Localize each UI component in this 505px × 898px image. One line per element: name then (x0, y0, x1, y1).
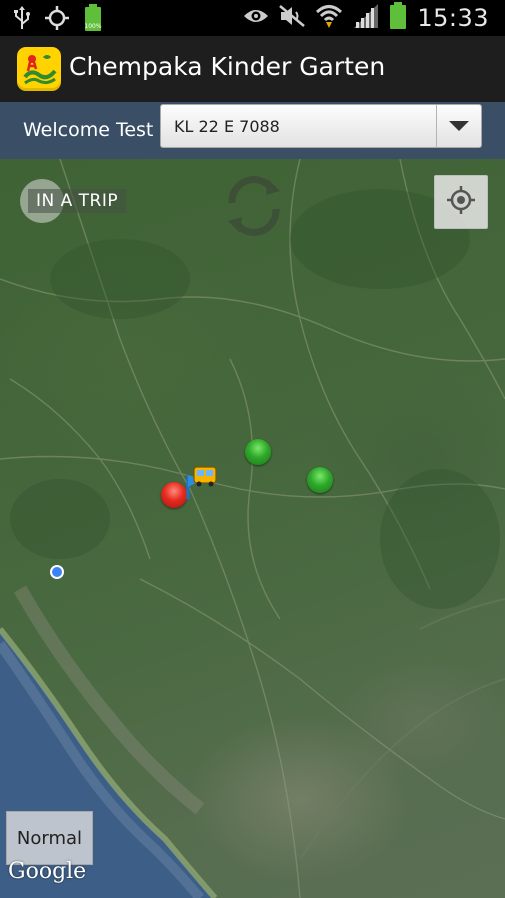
map-type-button[interactable]: Normal (6, 811, 93, 865)
app-bar: Chempaka Kinder Garten (0, 36, 505, 102)
screen: 100% 15:33 Chempaka Kinder Garten Welcom… (0, 0, 505, 898)
usb-icon (14, 5, 30, 35)
refresh-icon[interactable] (222, 173, 286, 243)
gps-icon (44, 5, 70, 35)
my-location-button[interactable] (434, 175, 488, 229)
my-location-dot (50, 565, 64, 579)
google-logo: Google (8, 859, 87, 884)
mute-icon (279, 4, 306, 32)
bus-icon[interactable] (184, 463, 220, 507)
trip-status-badge: IN A TRIP (20, 179, 127, 223)
vehicle-select[interactable]: KL 22 E 7088 (160, 104, 482, 148)
stop-marker-green[interactable] (307, 467, 333, 493)
svg-text:100%: 100% (84, 23, 101, 30)
status-right-icons: 15:33 (243, 0, 489, 36)
battery-full-small-icon: 100% (84, 4, 102, 36)
battery-icon (389, 2, 407, 34)
map-view[interactable]: IN A TRIP Normal Google (0, 159, 505, 898)
stop-marker-green[interactable] (245, 439, 271, 465)
eye-icon (243, 7, 269, 29)
welcome-bar: Welcome Test KL 22 E 7088 (0, 102, 505, 160)
satellite-terrain (0, 159, 505, 898)
status-time: 15:33 (417, 4, 489, 32)
status-left-icons: 100% (14, 4, 102, 36)
chevron-down-icon[interactable] (436, 105, 481, 147)
crosshair-icon (446, 185, 476, 219)
trip-status-label: IN A TRIP (28, 189, 127, 213)
app-title: Chempaka Kinder Garten (69, 52, 386, 81)
status-bar: 100% 15:33 (0, 0, 505, 36)
vehicle-select-value: KL 22 E 7088 (174, 117, 280, 136)
welcome-text: Welcome Test (23, 119, 154, 141)
wifi-icon (315, 3, 343, 33)
signal-icon (353, 3, 379, 33)
chempaka-app-icon[interactable] (17, 47, 61, 91)
